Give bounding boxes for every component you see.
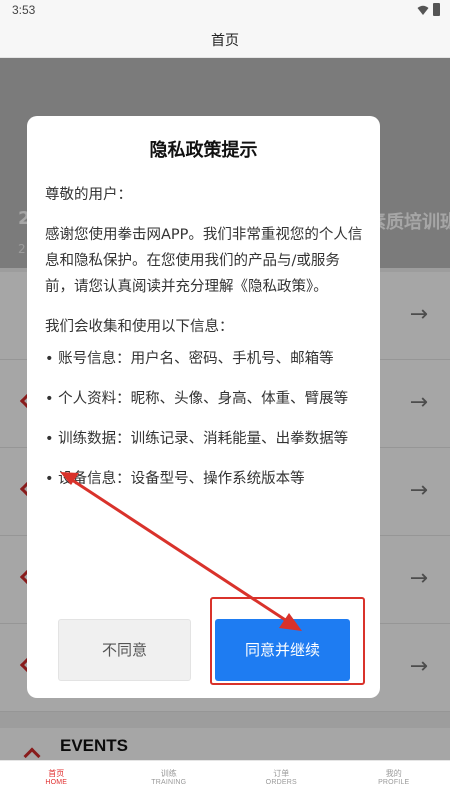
disagree-button[interactable]: 不同意 <box>58 619 191 681</box>
dialog-title: 隐私政策提示 <box>149 140 258 161</box>
dialog-info-item: • 账号信息：用户名、密码、手机号、邮箱等 <box>45 351 334 367</box>
status-bar: 3:53 <box>0 0 450 22</box>
app-header: 首页 <box>0 22 450 58</box>
dialog-info-item: • 设备信息：设备型号、操作系统版本等 <box>45 471 305 487</box>
wifi-icon <box>417 5 429 15</box>
page-title: 首页 <box>211 33 239 49</box>
dialog-collect-intro: 我们会收集和使用以下信息： <box>45 319 234 335</box>
nav-orders-sublabel: ORDERS <box>265 779 297 786</box>
nav-home-sublabel: HOME <box>45 779 68 786</box>
status-icons <box>417 3 440 16</box>
dialog-info-item: • 训练数据：训练记录、消耗能量、出拳数据等 <box>45 431 349 447</box>
nav-orders-label: 订单 <box>273 769 290 778</box>
status-time: 3:53 <box>12 3 36 17</box>
bottom-nav: 首页 HOME 训练 TRAINING 订单 ORDERS 我的 PROFILE <box>0 760 450 800</box>
nav-orders[interactable]: 订单 ORDERS <box>225 761 338 800</box>
nav-profile-sublabel: PROFILE <box>378 779 410 786</box>
dialog-info-item: • 个人资料：昵称、头像、身高、体重、臂展等 <box>45 391 349 407</box>
battery-icon <box>433 3 440 16</box>
nav-home[interactable]: 首页 HOME <box>0 761 113 800</box>
annotation-highlight-box <box>210 597 365 685</box>
dialog-intro: 感谢您使用拳击网APP。我们非常重视您的个人信息和隐私保护。在您使用我们的产品与… <box>45 227 363 295</box>
nav-home-label: 首页 <box>48 769 65 778</box>
nav-training[interactable]: 训练 TRAINING <box>113 761 226 800</box>
nav-training-sublabel: TRAINING <box>151 779 187 786</box>
dialog-greeting: 尊敬的用户： <box>45 187 132 203</box>
nav-profile-label: 我的 <box>385 769 402 778</box>
dialog-body: 尊敬的用户： 感谢您使用拳击网APP。我们非常重视您的个人信息和隐私保护。在您使… <box>45 182 365 506</box>
nav-training-label: 训练 <box>160 769 177 778</box>
nav-profile[interactable]: 我的 PROFILE <box>338 761 450 800</box>
